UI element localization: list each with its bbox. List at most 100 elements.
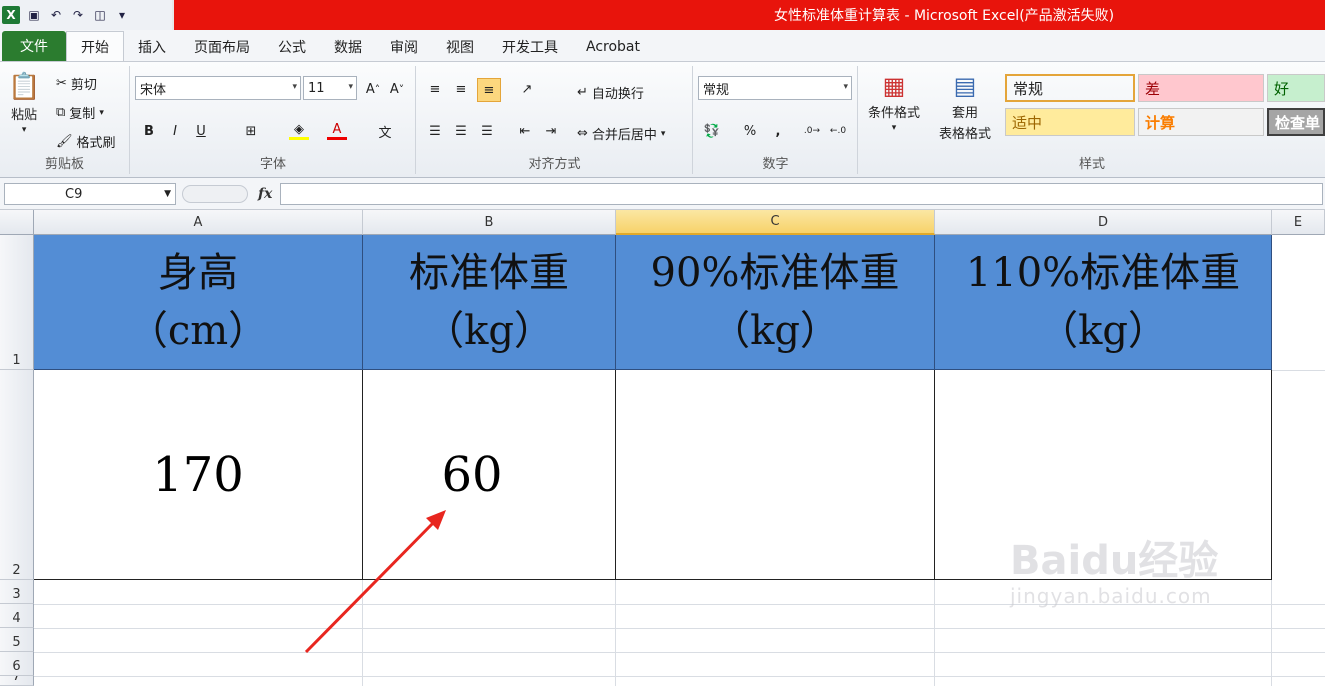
increase-indent-icon[interactable]: ⇥ — [541, 122, 561, 140]
column-header-e[interactable]: E — [1272, 210, 1325, 235]
number-format-select[interactable]: 常规 ▾ — [698, 76, 852, 100]
chevron-down-icon: ▾ — [292, 82, 297, 92]
cell-c2[interactable] — [616, 370, 935, 580]
insert-function-icon[interactable]: fx — [258, 186, 272, 202]
row-header-6[interactable]: 6 — [0, 652, 34, 676]
title-bar: X ▣ ↶ ↷ ◫ ▾ 女性标准体重计算表 - Microsoft Excel(… — [0, 0, 1325, 30]
ribbon: 📋 粘贴 ▾ ✂ 剪切 ⧉ 复制 ▾ 🖌 格式刷 剪贴板 宋体 ▾ 11 ▾ A ˄ A ˅ B… — [0, 62, 1325, 178]
tab-insert[interactable]: 插入 — [124, 33, 180, 61]
clipboard-group: 📋 粘贴 ▾ ✂ 剪切 ⧉ 复制 ▾ 🖌 格式刷 剪贴板 — [0, 66, 130, 174]
tab-acrobat[interactable]: Acrobat — [572, 33, 654, 61]
paste-icon: 📋 — [8, 72, 41, 102]
shrink-font-icon[interactable]: A ˅ — [387, 80, 407, 98]
column-header-a[interactable]: A — [34, 210, 363, 235]
wrap-icon: ↵ — [577, 85, 588, 100]
font-size-select[interactable]: 11 ▾ — [303, 76, 357, 100]
orientation-icon[interactable]: ↗ — [517, 80, 537, 98]
redo-icon[interactable]: ↷ — [70, 7, 86, 23]
border-icon[interactable]: ⊞ — [241, 122, 261, 140]
style-neutral[interactable]: 适中 — [1005, 108, 1135, 136]
style-check-cell[interactable]: 检查单 — [1267, 108, 1325, 136]
quick-access-toolbar: X ▣ ↶ ↷ ◫ ▾ — [0, 0, 172, 30]
conditional-format-button[interactable]: ▦ 条件格式 ▾ — [863, 72, 925, 133]
row-header-3[interactable]: 3 — [0, 580, 34, 604]
row-header-2[interactable]: 2 — [0, 370, 34, 580]
increase-decimal-icon[interactable]: .0→ — [802, 122, 822, 140]
currency-icon[interactable]: 💱 — [702, 122, 722, 140]
cell-b2[interactable]: 60 — [363, 370, 616, 580]
tab-developer[interactable]: 开发工具 — [488, 33, 572, 61]
align-center-icon[interactable]: ☰ — [451, 122, 471, 140]
cell-b1[interactable]: 标准体重 （kg） — [363, 235, 616, 370]
format-as-table-button[interactable]: ▤ 套用 表格格式 — [929, 72, 1001, 142]
select-all-corner[interactable] — [0, 210, 34, 235]
row-header-7[interactable]: 7 — [0, 676, 34, 686]
chevron-down-icon: ▾ — [21, 125, 27, 135]
align-right-icon[interactable]: ☰ — [477, 122, 497, 140]
cell-a1[interactable]: 身高 （cm） — [34, 235, 363, 370]
tab-page-layout[interactable]: 页面布局 — [180, 33, 264, 61]
number-group: 常规 ▾ 💱 % , .0→ ←.0 数字 — [694, 66, 858, 174]
font-color-icon[interactable]: A — [327, 122, 347, 140]
window-title: 女性标准体重计算表 - Microsoft Excel(产品激活失败) — [174, 0, 1325, 30]
save-icon[interactable]: ▣ — [26, 7, 42, 23]
copy-icon: ⧉ — [56, 105, 66, 120]
align-middle-icon[interactable]: ≡ — [451, 80, 471, 98]
watermark-brand: Baidu经验 — [1010, 538, 1219, 584]
align-top-icon[interactable]: ≡ — [425, 80, 445, 98]
style-bad[interactable]: 差 — [1138, 74, 1264, 102]
align-left-icon[interactable]: ☰ — [425, 122, 445, 140]
formula-bar: C9 ▼ fx — [0, 178, 1325, 210]
column-header-d[interactable]: D — [935, 210, 1272, 235]
customize-qat-icon[interactable]: ▾ — [114, 7, 130, 23]
font-group: 宋体 ▾ 11 ▾ A ˄ A ˅ B I U ⊞ ◈ A 文 字体 — [131, 66, 416, 174]
comma-button[interactable]: , — [768, 122, 788, 140]
grow-font-icon[interactable]: A ˄ — [363, 80, 383, 98]
alignment-group: ≡ ≡ ≡ ↗ ↵ 自动换行 ☰ ☰ ☰ ⇤ ⇥ ⇔ 合并后居中 ▾ 对齐方式 — [417, 66, 693, 174]
gridline — [34, 628, 1325, 629]
cell-c1[interactable]: 90%标准体重 （kg） — [616, 235, 935, 370]
column-header-b[interactable]: B — [363, 210, 616, 235]
tab-review[interactable]: 审阅 — [376, 33, 432, 61]
watermark-url: jingyan.baidu.com — [1010, 584, 1212, 608]
phonetic-icon[interactable]: 文 — [375, 122, 395, 141]
underline-button[interactable]: U — [191, 122, 211, 140]
cut-button[interactable]: ✂ 剪切 — [56, 74, 97, 93]
undo-icon[interactable]: ↶ — [48, 7, 64, 23]
tab-home[interactable]: 开始 — [66, 31, 124, 61]
chevron-down-icon: ▾ — [348, 82, 353, 92]
row-header-5[interactable]: 5 — [0, 628, 34, 652]
chevron-down-icon: ▾ — [843, 82, 848, 92]
cell-a2[interactable]: 170 — [34, 370, 363, 580]
cell-d1[interactable]: 110%标准体重 （kg） — [935, 235, 1272, 370]
row-header-1[interactable]: 1 — [0, 235, 34, 370]
style-calculation[interactable]: 计算 — [1138, 108, 1264, 136]
align-bottom-icon[interactable]: ≡ — [477, 78, 501, 102]
fill-color-icon[interactable]: ◈ — [289, 122, 309, 140]
formula-input[interactable] — [280, 183, 1323, 205]
decrease-indent-icon[interactable]: ⇤ — [515, 122, 535, 140]
paste-button[interactable]: 📋 粘贴 ▾ — [8, 72, 40, 135]
merge-center-button[interactable]: ⇔ 合并后居中 ▾ — [577, 124, 665, 143]
format-painter-button[interactable]: 🖌 格式刷 — [56, 132, 116, 151]
tab-view[interactable]: 视图 — [432, 33, 488, 61]
camera-icon[interactable]: ◫ — [92, 7, 108, 23]
italic-button[interactable]: I — [165, 122, 185, 140]
wrap-text-button[interactable]: ↵ 自动换行 — [577, 83, 644, 102]
tab-file[interactable]: 文件 — [2, 31, 66, 61]
bold-button[interactable]: B — [139, 122, 159, 140]
row-header-4[interactable]: 4 — [0, 604, 34, 628]
tab-data[interactable]: 数据 — [320, 33, 376, 61]
style-normal[interactable]: 常规 — [1005, 74, 1135, 102]
font-name-select[interactable]: 宋体 ▾ — [135, 76, 301, 100]
percent-button[interactable]: % — [740, 122, 760, 140]
copy-button[interactable]: ⧉ 复制 ▾ — [56, 103, 104, 122]
tab-formulas[interactable]: 公式 — [264, 33, 320, 61]
style-good[interactable]: 好 — [1267, 74, 1325, 102]
styles-group: ▦ 条件格式 ▾ ▤ 套用 表格格式 常规 差 好 适中 计算 检查单 样式 — [859, 66, 1325, 174]
column-header-c[interactable]: C — [616, 210, 935, 235]
decrease-decimal-icon[interactable]: ←.0 — [828, 122, 848, 140]
conditional-format-icon: ▦ — [882, 72, 906, 100]
formula-controls — [182, 185, 248, 203]
name-box[interactable]: C9 ▼ — [4, 183, 176, 205]
